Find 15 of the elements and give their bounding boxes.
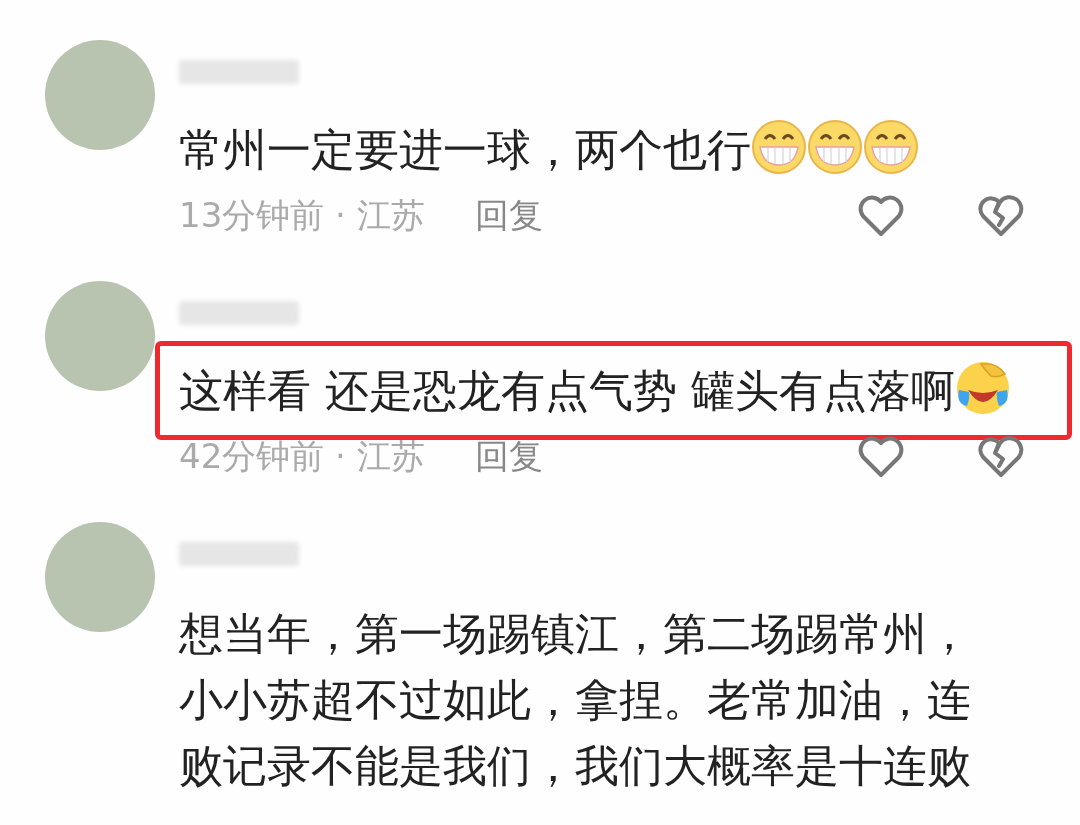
time-location: 42分钟前 · 江苏 (179, 435, 425, 478)
reply-button[interactable]: 回复 (474, 193, 543, 239)
grinning-face-icon (863, 119, 919, 175)
heart-icon[interactable] (858, 436, 904, 478)
comment-text: 常州一定要进一球，两个也行 (179, 119, 999, 180)
comment-text: 这样看 还是恐龙有点气势 罐头有点落啊 (179, 360, 999, 421)
reply-button[interactable]: 回复 (474, 434, 543, 480)
broken-heart-icon[interactable] (978, 436, 1024, 478)
time-location: 13分钟前 · 江苏 (179, 194, 425, 237)
broken-heart-icon[interactable] (978, 195, 1024, 237)
grinning-face-icon (751, 119, 807, 175)
heart-icon[interactable] (858, 195, 904, 237)
comment-text: 想当年，第一场踢镇江，第二场踢常州，小小苏超不过如此，拿捏。老常加油，连败记录不能是我们，我们大概率是十连败 (179, 607, 972, 793)
laughing-crying-face-icon (955, 360, 1011, 416)
grinning-face-icon (807, 119, 863, 175)
